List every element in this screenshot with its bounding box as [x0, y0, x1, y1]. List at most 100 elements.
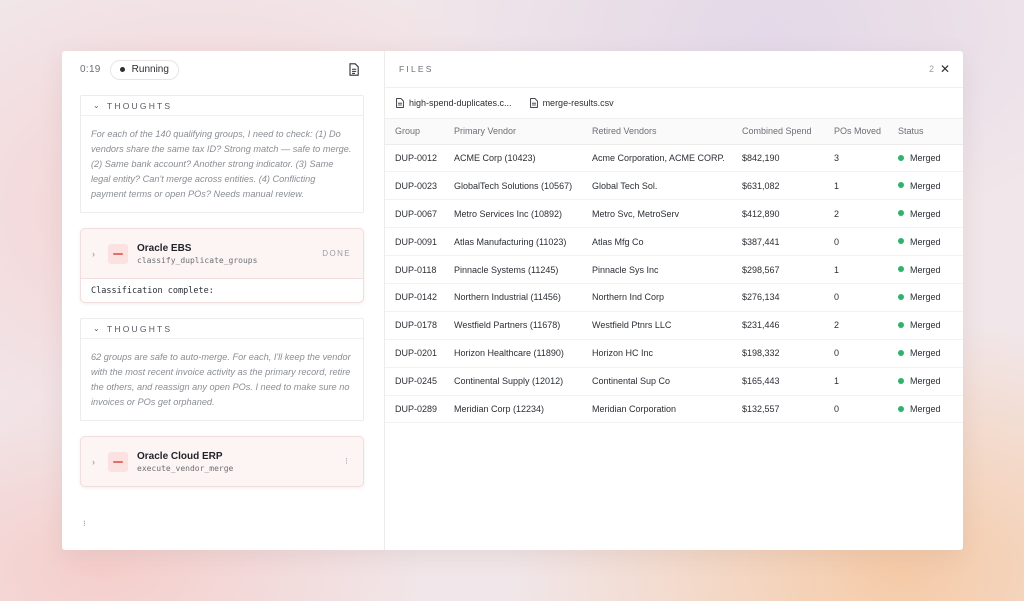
table-row[interactable]: DUP-0201 Horizon Healthcare (11890) Horizo… [385, 339, 963, 368]
table-row[interactable]: DUP-0012 ACME Corp (10423) Acme Corporatio… [385, 144, 963, 173]
combined-spend-cell: $276,134 [742, 283, 834, 312]
status-label: Merged [910, 320, 941, 331]
status-cell: Merged [898, 227, 963, 257]
status-label: Merged [910, 264, 941, 275]
files-panel: FILES 2 ✕ high-spend-duplicates.c... mer… [385, 51, 963, 550]
activity-panel: 0:19 Running ⌄ THOUGHTS For each of the … [62, 51, 385, 550]
group-cell: DUP-0118 [385, 255, 454, 284]
retired-vendors-cell: Westfield Ptnrs LLC [592, 311, 742, 340]
primary-vendor-cell: Northern Industrial (11456) [454, 283, 592, 312]
thoughts-block: ⌄ THOUGHTS 62 groups are safe to auto-me… [80, 318, 364, 421]
primary-vendor-cell: Pinnacle Systems (11245) [454, 255, 592, 284]
status-label: Merged [910, 152, 941, 163]
primary-vendor-cell: ACME Corp (10423) [454, 144, 592, 173]
primary-vendor-cell: GlobalTech Solutions (10567) [454, 171, 592, 201]
elapsed-timer: 0:19 [80, 64, 101, 75]
retired-vendors-cell: Meridian Corporation [592, 395, 742, 424]
status-label: Merged [910, 236, 941, 247]
column-header[interactable]: POs Moved [834, 119, 898, 145]
close-icon[interactable]: ✕ [940, 63, 950, 75]
group-cell: DUP-0245 [385, 367, 454, 396]
primary-vendor-cell: Meridian Corp (12234) [454, 395, 592, 424]
pos-moved-cell: 1 [834, 367, 898, 396]
status-cell: Merged [898, 367, 963, 396]
file-tab[interactable]: high-spend-duplicates.c... [396, 98, 512, 108]
group-cell: DUP-0023 [385, 171, 454, 201]
group-cell: DUP-0091 [385, 227, 454, 257]
status-cell: Merged [898, 144, 963, 173]
pos-moved-cell: 2 [834, 311, 898, 340]
column-header[interactable]: Status [898, 119, 963, 145]
pos-moved-cell: 0 [834, 395, 898, 424]
table-row[interactable]: DUP-0245 Continental Supply (12012) Contin… [385, 367, 963, 396]
file-tab-label: merge-results.csv [542, 98, 614, 108]
status-label: Merged [910, 292, 941, 303]
combined-spend-cell: $198,332 [742, 339, 834, 368]
thoughts-text: For each of the 140 qualifying groups, I… [91, 129, 352, 199]
file-icon [396, 98, 404, 108]
column-header[interactable]: Group [385, 119, 454, 145]
status-label: Running [131, 64, 169, 75]
retired-vendors-cell: Global Tech Sol. [592, 171, 742, 201]
thoughts-toggle[interactable]: ⌄ THOUGHTS [81, 96, 363, 116]
status-dot-icon [898, 210, 904, 217]
status-dot-icon [898, 266, 904, 273]
pos-moved-cell: 0 [834, 283, 898, 312]
tool-call-header[interactable]: › Oracle Cloud ERP execute_vendor_merge … [81, 437, 363, 486]
status-cell: Merged [898, 171, 963, 201]
agent-window: 0:19 Running ⌄ THOUGHTS For each of the … [62, 51, 963, 550]
tool-call-header[interactable]: › Oracle EBS classify_duplicate_groups D… [81, 229, 363, 278]
primary-vendor-cell: Metro Services Inc (10892) [454, 199, 592, 229]
pos-moved-cell: 0 [834, 227, 898, 257]
file-icon [529, 98, 538, 108]
primary-vendor-cell: Continental Supply (12012) [454, 367, 592, 396]
retired-vendors-cell: Horizon HC Inc [592, 339, 742, 368]
table-row[interactable]: DUP-0023 GlobalTech Solutions (10567) Glob… [385, 171, 963, 201]
group-cell: DUP-0067 [385, 199, 454, 229]
files-header: FILES 2 ✕ [385, 51, 963, 88]
oracle-logo-icon [108, 451, 128, 472]
tool-function: execute_vendor_merge [137, 463, 234, 473]
thoughts-text: 62 groups are safe to auto-merge. For ea… [91, 352, 351, 407]
tool-call-card: › Oracle EBS classify_duplicate_groups D… [80, 228, 364, 303]
oracle-logo-icon [108, 243, 128, 264]
status-dot-icon [898, 405, 904, 412]
group-cell: DUP-0142 [385, 283, 454, 312]
results-table: Group Primary Vendor Retired Vendors Com… [385, 119, 963, 424]
column-header[interactable]: Combined Spend [742, 119, 834, 145]
status-dot-icon [898, 377, 904, 384]
file-tab-label: high-spend-duplicates.c... [409, 98, 512, 108]
column-header[interactable]: Retired Vendors [592, 119, 742, 145]
combined-spend-cell: $631,082 [742, 171, 834, 201]
table-row[interactable]: DUP-0289 Meridian Corp (12234) Meridian Co… [385, 395, 963, 424]
loading-dots-icon: ⁝ [83, 519, 86, 528]
group-cell: DUP-0201 [385, 339, 454, 368]
pos-moved-cell: 1 [834, 255, 898, 284]
combined-spend-cell: $165,443 [742, 367, 834, 396]
file-tabs: high-spend-duplicates.c... merge-results… [385, 88, 963, 119]
table-row[interactable]: DUP-0142 Northern Industrial (11456) North… [385, 283, 963, 312]
status-cell: Merged [898, 199, 963, 229]
table-row[interactable]: DUP-0178 Westfield Partners (11678) Westfi… [385, 311, 963, 340]
retired-vendors-cell: Atlas Mfg Co [592, 227, 742, 257]
activity-feed: ⌄ THOUGHTS For each of the 140 qualifyin… [62, 88, 384, 487]
column-header[interactable]: Primary Vendor [454, 119, 592, 145]
status-label: Merged [910, 208, 941, 219]
files-count: 2 [928, 64, 934, 74]
status-dot-icon [898, 321, 904, 328]
thoughts-toggle[interactable]: ⌄ THOUGHTS [81, 319, 363, 339]
status-label: Merged [910, 376, 941, 387]
spinner-icon: ⁝ [345, 456, 348, 466]
table-row[interactable]: DUP-0067 Metro Services Inc (10892) Metro … [385, 199, 963, 229]
table-row[interactable]: DUP-0091 Atlas Manufacturing (11023) Atlas… [385, 227, 963, 257]
combined-spend-cell: $298,567 [742, 255, 834, 284]
tool-name: Oracle EBS [137, 242, 192, 254]
combined-spend-cell: $412,890 [742, 199, 834, 229]
chevron-right-icon: › [92, 456, 95, 467]
thoughts-block: ⌄ THOUGHTS For each of the 140 qualifyin… [80, 95, 364, 213]
file-tab[interactable]: merge-results.csv [529, 98, 614, 108]
status-cell: Merged [898, 339, 963, 368]
table-row[interactable]: DUP-0118 Pinnacle Systems (11245) Pinnacle… [385, 255, 963, 284]
group-cell: DUP-0289 [385, 395, 454, 424]
document-icon[interactable] [348, 63, 360, 76]
